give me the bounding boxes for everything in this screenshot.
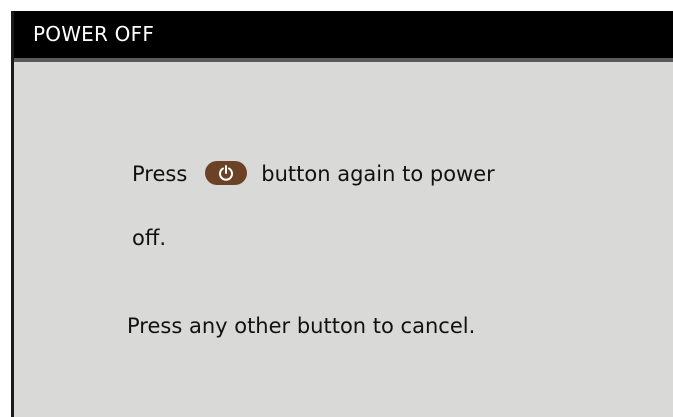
- power-off-dialog: POWER OFF Press button again to power of…: [11, 11, 673, 417]
- message-line-1: Press button again to power: [132, 161, 495, 186]
- message-power-text: button again to power: [261, 162, 495, 186]
- title-divider: [14, 58, 673, 62]
- message-press-text: Press: [132, 162, 188, 186]
- cancel-instruction: Press any other button to cancel.: [127, 314, 476, 338]
- message-line-2: off.: [132, 226, 166, 250]
- power-icon: [219, 165, 234, 181]
- power-button-icon: [205, 161, 248, 185]
- dialog-title: POWER OFF: [14, 11, 673, 58]
